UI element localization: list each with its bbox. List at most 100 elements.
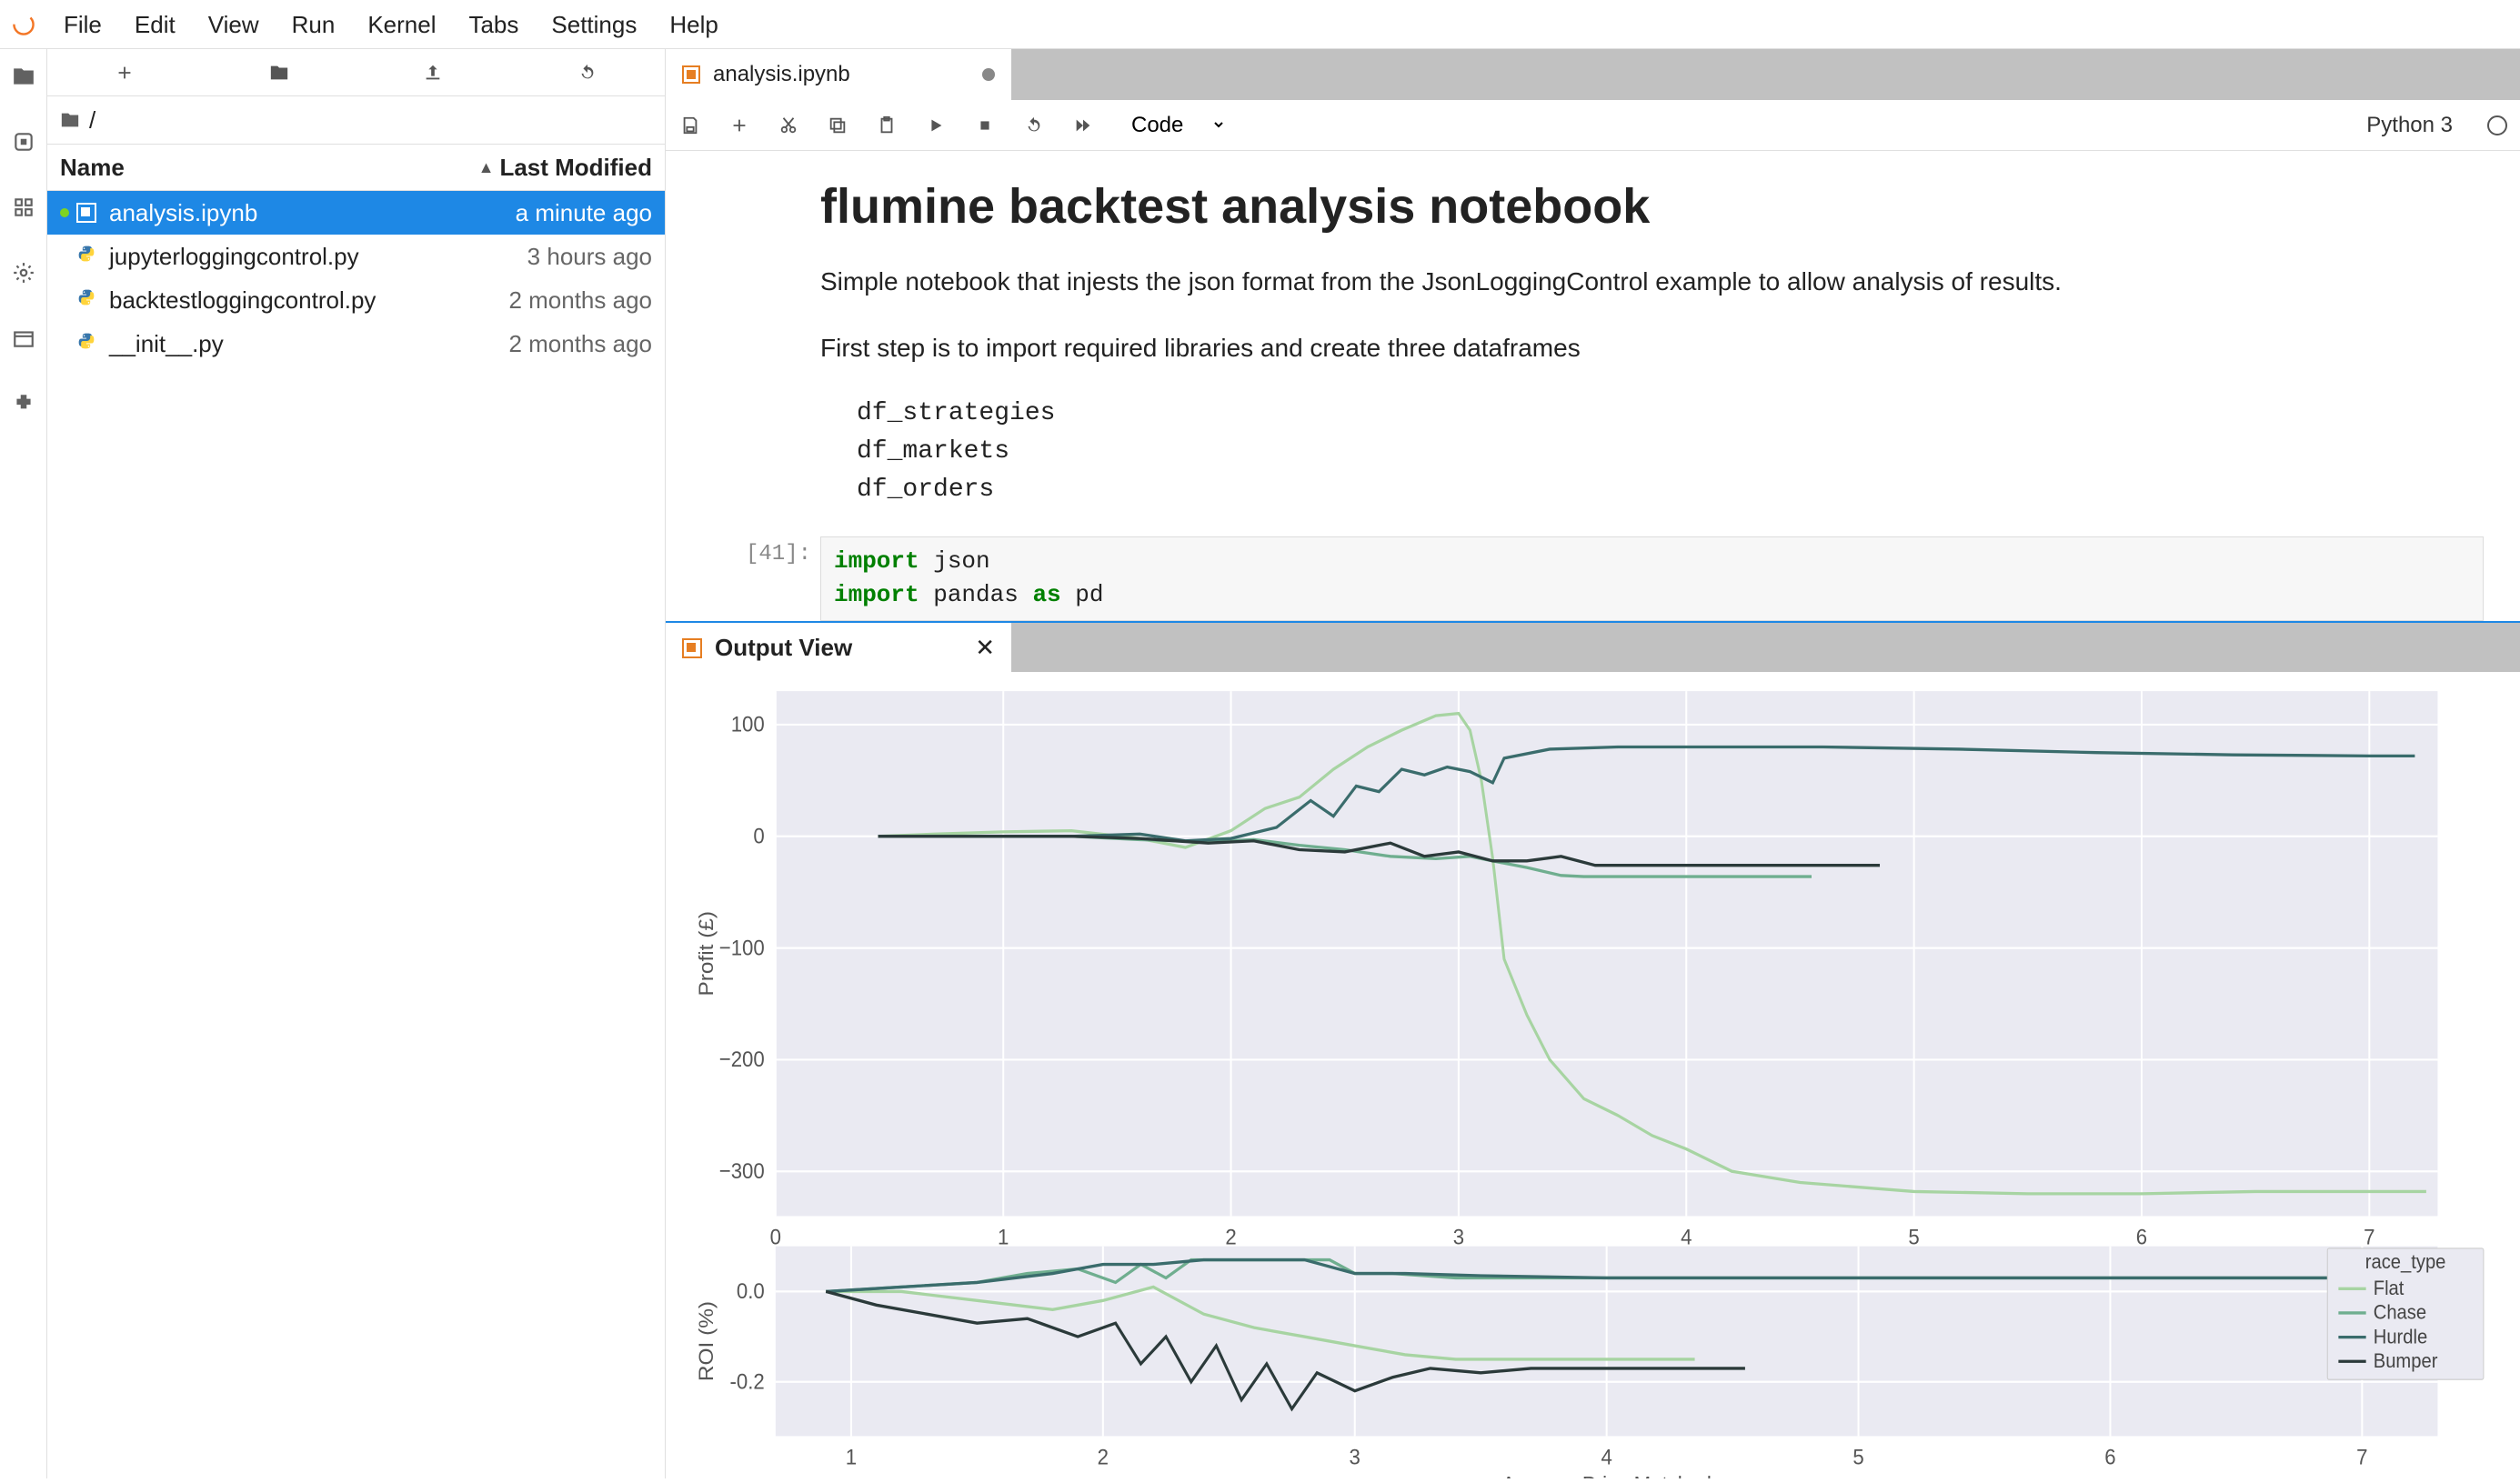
svg-text:Average Price Matched: Average Price Matched (1501, 1471, 1711, 1478)
add-cell-icon[interactable] (728, 114, 751, 137)
markdown-paragraph: Simple notebook that injests the json fo… (820, 262, 2484, 303)
svg-text:6: 6 (2136, 1224, 2147, 1248)
file-row[interactable]: __init__.py2 months ago (47, 322, 665, 366)
save-icon[interactable] (678, 114, 702, 137)
menu-view[interactable]: View (192, 0, 276, 49)
notebook-toolbar: Code Python 3 (666, 100, 2520, 151)
svg-text:-0.2: -0.2 (730, 1369, 765, 1394)
notebook-icon (76, 203, 96, 223)
cut-icon[interactable] (777, 114, 800, 137)
code-cell[interactable]: [41]: import jsonimport pandas as pd (720, 536, 2484, 621)
python-icon (77, 332, 95, 356)
file-name: analysis.ipynb (109, 199, 516, 227)
column-name[interactable]: Name (60, 154, 478, 182)
file-modified: a minute ago (516, 199, 652, 227)
svg-text:3: 3 (1453, 1224, 1464, 1248)
file-name: __init__.py (109, 330, 508, 358)
breadcrumb[interactable]: / (47, 96, 665, 144)
menu-run[interactable]: Run (276, 0, 352, 49)
svg-text:3: 3 (1350, 1444, 1360, 1468)
menu-settings[interactable]: Settings (535, 0, 653, 49)
folder-icon[interactable] (9, 62, 38, 91)
column-modified[interactable]: ▲ Last Modified (478, 154, 652, 182)
output-view-body: −300−200−100010001234567Profit (£)-0.20.… (666, 672, 2520, 1478)
svg-text:−100: −100 (719, 935, 765, 959)
tab-title: analysis.ipynb (713, 62, 850, 87)
markdown-pre: df_strategiesdf_marketsdf_orders (820, 395, 2484, 509)
svg-text:ROI (%): ROI (%) (695, 1301, 718, 1381)
gear-icon[interactable] (9, 258, 38, 287)
output-chart: −300−200−100010001234567Profit (£)-0.20.… (693, 681, 2493, 1478)
run-icon[interactable] (924, 114, 948, 137)
refresh-icon[interactable] (569, 55, 606, 91)
new-launcher-icon[interactable] (106, 55, 143, 91)
jupyter-logo (0, 0, 47, 49)
menu-file[interactable]: File (47, 0, 118, 49)
svg-text:race_type: race_type (2365, 1251, 2446, 1273)
breadcrumb-root: / (89, 106, 95, 135)
app-menubar: FileEditViewRunKernelTabsSettingsHelp (0, 0, 2520, 49)
file-row[interactable]: analysis.ipynba minute ago (47, 191, 665, 235)
svg-text:Flat: Flat (2374, 1278, 2405, 1299)
file-name: jupyterloggingcontrol.py (109, 243, 527, 271)
running-dot-icon (60, 208, 69, 217)
work-area: analysis.ipynb Code Python 3 flu (666, 49, 2520, 1478)
tabs-icon[interactable] (9, 324, 38, 353)
svg-text:7: 7 (2356, 1444, 2367, 1468)
svg-text:100: 100 (731, 712, 765, 736)
restart-icon[interactable] (1022, 114, 1046, 137)
paste-icon[interactable] (875, 114, 899, 137)
file-row[interactable]: jupyterloggingcontrol.py3 hours ago (47, 235, 665, 278)
svg-text:1: 1 (998, 1224, 1009, 1248)
svg-text:−200: −200 (719, 1047, 765, 1071)
python-icon (77, 288, 95, 312)
build-icon[interactable] (9, 193, 38, 222)
output-tabstrip: Output View ✕ (666, 621, 2520, 672)
kernel-name[interactable]: Python 3 (2366, 113, 2453, 138)
notebook-content: flumine backtest analysis notebook Simpl… (666, 151, 2520, 621)
upload-icon[interactable] (415, 55, 451, 91)
file-list-header[interactable]: Name ▲ Last Modified (47, 144, 665, 191)
file-modified: 2 months ago (508, 330, 652, 358)
stop-icon[interactable] (973, 114, 997, 137)
svg-text:4: 4 (1681, 1224, 1692, 1248)
file-name: backtestloggingcontrol.py (109, 286, 508, 315)
notebook-icon (682, 65, 700, 84)
svg-text:5: 5 (1852, 1444, 1863, 1468)
cell-prompt: [41]: (720, 542, 811, 566)
svg-text:Profit (£): Profit (£) (695, 911, 718, 997)
code-cell-body[interactable]: import jsonimport pandas as pd (820, 536, 2484, 621)
menu-tabs[interactable]: Tabs (452, 0, 535, 49)
copy-icon[interactable] (826, 114, 849, 137)
file-modified: 2 months ago (508, 286, 652, 315)
menu-help[interactable]: Help (653, 0, 734, 49)
file-modified: 3 hours ago (527, 243, 652, 271)
markdown-heading: flumine backtest analysis notebook (820, 178, 2484, 235)
svg-text:6: 6 (2104, 1444, 2115, 1468)
cell-type-select[interactable]: Code (1120, 108, 1226, 142)
running-icon[interactable] (9, 127, 38, 156)
close-icon[interactable]: ✕ (975, 634, 995, 662)
svg-text:0.0: 0.0 (737, 1278, 765, 1303)
notebook-tabstrip: analysis.ipynb (666, 49, 2520, 100)
tab-analysis-notebook[interactable]: analysis.ipynb (666, 49, 1011, 100)
file-browser-toolbar (47, 49, 665, 96)
menu-edit[interactable]: Edit (118, 0, 192, 49)
python-icon (77, 245, 95, 268)
sort-asc-icon: ▲ (478, 158, 495, 177)
new-folder-icon[interactable] (261, 55, 297, 91)
svg-text:2: 2 (1225, 1224, 1236, 1248)
activity-bar (0, 49, 47, 1478)
notebook-icon (682, 638, 702, 658)
kernel-status-icon[interactable] (2487, 115, 2507, 135)
menu-kernel[interactable]: Kernel (351, 0, 452, 49)
extension-icon[interactable] (9, 389, 38, 418)
svg-text:0: 0 (753, 824, 764, 848)
tab-output-view[interactable]: Output View ✕ (666, 623, 1011, 674)
unsaved-indicator-icon (982, 68, 995, 81)
file-row[interactable]: backtestloggingcontrol.py2 months ago (47, 278, 665, 322)
svg-text:7: 7 (2364, 1224, 2374, 1248)
fast-forward-icon[interactable] (1071, 114, 1095, 137)
svg-text:Bumper: Bumper (2374, 1350, 2438, 1372)
svg-text:Chase: Chase (2374, 1302, 2426, 1324)
